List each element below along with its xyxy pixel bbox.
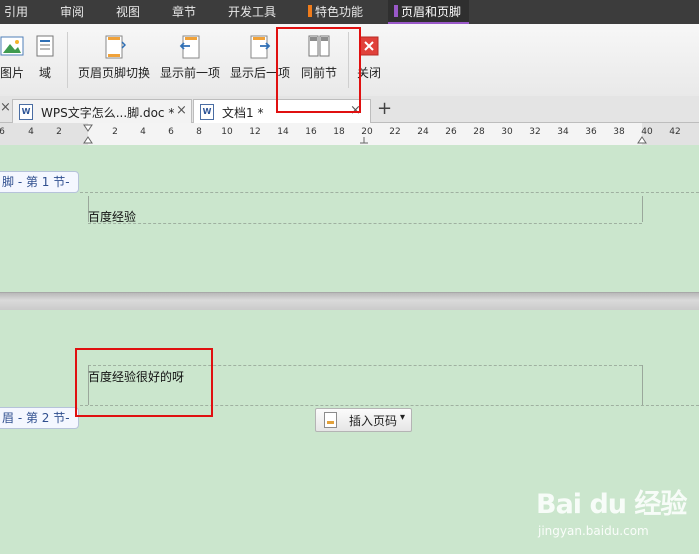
menu-item-review[interactable]: 审阅 — [60, 0, 84, 24]
ruler-tick: 4 — [28, 127, 34, 137]
ruler-tick: 6 — [0, 127, 5, 137]
baidu-jingyan-watermark: Bai du 经验 jingyan.baidu.com — [532, 480, 692, 544]
purple-marker-icon — [394, 5, 398, 17]
highlight-section2-header — [75, 348, 213, 417]
close-icon — [359, 36, 379, 56]
ruler-tick: 40 — [641, 127, 653, 137]
insert-field-button[interactable]: 域 — [32, 24, 58, 96]
page-gap — [0, 292, 699, 312]
ruler-tick: 12 — [249, 127, 261, 137]
insert-picture-button[interactable]: 图片 — [0, 24, 32, 96]
footer-text-boundary — [88, 223, 642, 224]
footer-boundary-line — [80, 192, 699, 193]
highlight-same-as-previous — [276, 27, 361, 113]
ruler-tick: 28 — [473, 127, 485, 137]
ruler-tick: 32 — [529, 127, 541, 137]
menu-item-chapter[interactable]: 章节 — [172, 0, 196, 24]
switch-header-footer-icon — [105, 35, 126, 59]
show-previous-button[interactable]: 显示前一项 — [158, 24, 222, 96]
margin-corner-mark — [642, 365, 643, 405]
section1-footer-tag: 脚 - 第 1 节- — [0, 171, 79, 193]
ruler-tick: 24 — [417, 127, 429, 137]
ruler-tick: 10 — [221, 127, 233, 137]
menu-bar: 引用 审阅 视图 章节 开发工具 特色功能 页眉和页脚 — [0, 0, 699, 24]
orange-marker-icon — [308, 5, 312, 17]
horizontal-ruler[interactable]: 6 4 2 2 4 6 8 10 12 14 16 18 20 22 24 26… — [0, 123, 699, 146]
ruler-tick: 42 — [669, 127, 681, 137]
ruler-tick: 18 — [333, 127, 345, 137]
wps-document-icon: W — [19, 104, 33, 120]
ribbon-separator — [67, 32, 68, 88]
show-previous-icon — [179, 35, 200, 59]
margin-corner-mark — [642, 196, 643, 222]
picture-icon — [0, 36, 24, 56]
section2-header-tag: 眉 - 第 2 节- — [0, 407, 79, 429]
ruler-tick: 14 — [277, 127, 289, 137]
ruler-tick: 22 — [389, 127, 401, 137]
ruler-tick: 6 — [168, 127, 174, 137]
watermark-logo: Bai du 经验 — [536, 489, 687, 520]
page-number-icon — [324, 412, 337, 428]
switch-header-footer-button[interactable]: 页眉页脚切换 — [74, 24, 154, 96]
ruler-tick: 8 — [196, 127, 202, 137]
chevron-down-icon: ▾ — [400, 412, 406, 423]
menu-item-references[interactable]: 引用 — [4, 0, 28, 24]
show-next-icon — [250, 35, 271, 59]
watermark-url: jingyan.baidu.com — [538, 524, 649, 538]
menu-item-special-features[interactable]: 特色功能 — [308, 0, 363, 24]
ruler-tick: 38 — [613, 127, 625, 137]
ruler-tick: 26 — [445, 127, 457, 137]
ruler-tick: 2 — [112, 127, 118, 137]
tab-close-icon[interactable]: × — [176, 103, 187, 118]
tab-wps-document[interactable]: W WPS文字怎么...脚.doc * × — [12, 99, 192, 123]
insert-page-number-button[interactable]: 插入页码 ▾ — [315, 408, 412, 432]
field-icon — [36, 35, 54, 57]
wps-document-icon: W — [200, 104, 214, 120]
menu-item-developer[interactable]: 开发工具 — [228, 0, 276, 24]
menu-item-view[interactable]: 视图 — [116, 0, 140, 24]
footer-text-section1[interactable]: 百度经验 — [88, 208, 136, 225]
ruler-tick: 4 — [140, 127, 146, 137]
menu-item-header-footer[interactable]: 页眉和页脚 — [388, 0, 470, 24]
ruler-tick: 36 — [585, 127, 597, 137]
ruler-tick: 30 — [501, 127, 513, 137]
ruler-tick: 2 — [56, 127, 62, 137]
ruler-tick: 20 — [361, 127, 373, 137]
ruler-tick: 34 — [557, 127, 569, 137]
new-tab-button[interactable]: + — [377, 98, 392, 119]
tab-close-icon[interactable]: × — [0, 100, 11, 115]
ruler-tick: 16 — [305, 127, 317, 137]
